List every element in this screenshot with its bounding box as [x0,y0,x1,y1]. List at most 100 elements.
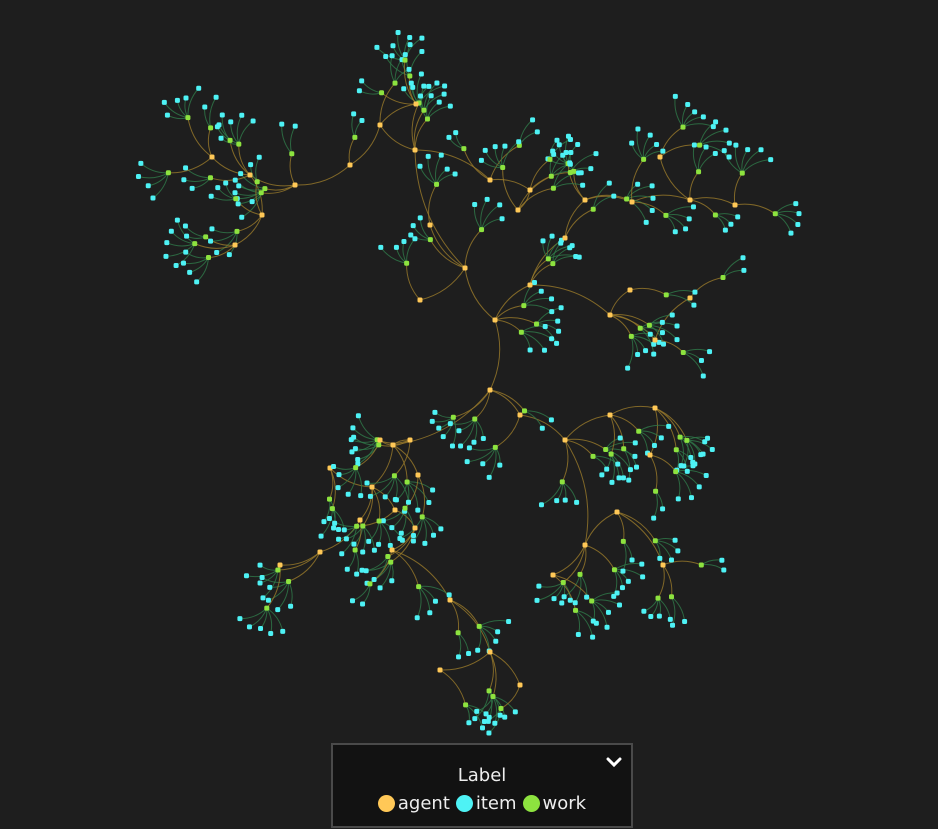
agent-node[interactable] [660,562,666,568]
agent-node[interactable] [427,222,433,228]
item-node[interactable] [344,566,350,572]
item-node[interactable] [733,142,739,148]
item-node[interactable] [223,180,229,186]
agent-node[interactable] [652,337,658,343]
work-node[interactable] [427,237,433,243]
item-node[interactable] [728,221,734,227]
item-node[interactable] [447,103,453,109]
work-node[interactable] [353,465,359,471]
work-node[interactable] [492,444,498,450]
item-node[interactable] [588,166,594,172]
item-node[interactable] [257,580,263,586]
item-node[interactable] [348,437,354,443]
item-node[interactable] [492,720,498,726]
item-node[interactable] [164,112,170,118]
agent-node[interactable] [392,507,398,513]
work-node[interactable] [652,538,658,544]
work-node[interactable] [192,241,198,247]
item-node[interactable] [209,226,215,232]
item-node[interactable] [478,157,484,163]
item-node[interactable] [258,626,264,632]
agent-node[interactable] [517,412,523,418]
agent-node[interactable] [687,295,693,301]
item-node[interactable] [480,461,486,467]
work-node[interactable] [684,437,690,443]
agent-node[interactable] [317,549,323,555]
work-node[interactable] [567,169,573,175]
item-node[interactable] [145,183,151,189]
item-node[interactable] [249,199,255,205]
item-node[interactable] [709,447,715,453]
item-node[interactable] [180,260,186,266]
item-node[interactable] [332,520,338,526]
item-node[interactable] [164,240,170,246]
agent-node[interactable] [527,187,533,193]
item-node[interactable] [542,323,548,329]
item-node[interactable] [549,309,555,315]
item-node[interactable] [239,214,245,220]
item-node[interactable] [700,114,706,120]
item-node[interactable] [174,97,180,103]
work-node[interactable] [352,134,358,140]
item-node[interactable] [374,44,380,50]
item-node[interactable] [548,417,554,423]
item-node[interactable] [493,638,499,644]
work-node[interactable] [641,156,647,162]
item-node[interactable] [647,132,653,138]
work-node[interactable] [275,567,281,573]
item-node[interactable] [349,598,355,604]
item-node[interactable] [183,165,189,171]
work-node[interactable] [577,571,583,577]
item-node[interactable] [629,140,635,146]
item-node[interactable] [430,532,436,538]
item-node[interactable] [168,228,174,234]
work-node[interactable] [185,115,191,121]
item-node[interactable] [578,170,584,176]
work-node[interactable] [663,212,669,218]
item-node[interactable] [449,443,455,449]
item-node[interactable] [674,323,680,329]
item-node[interactable] [351,111,357,117]
item-node[interactable] [380,518,386,524]
agent-node[interactable] [259,212,265,218]
item-node[interactable] [563,150,569,156]
item-node[interactable] [793,201,799,207]
item-node[interactable] [707,349,713,355]
item-node[interactable] [339,551,345,557]
item-node[interactable] [556,142,562,148]
item-node[interactable] [726,140,732,146]
item-node[interactable] [575,631,581,637]
item-node[interactable] [556,328,562,334]
item-node[interactable] [426,500,432,506]
work-node[interactable] [419,514,425,520]
item-node[interactable] [660,341,666,347]
item-node[interactable] [495,629,501,635]
item-node[interactable] [516,139,522,145]
item-node[interactable] [419,35,425,41]
work-node[interactable] [550,261,556,267]
item-node[interactable] [486,730,492,736]
item-node[interactable] [619,585,625,591]
item-node[interactable] [422,540,428,546]
agent-node[interactable] [515,207,521,213]
item-node[interactable] [541,347,547,353]
item-node[interactable] [425,153,431,159]
work-node[interactable] [379,90,385,96]
work-node[interactable] [518,329,524,335]
item-node[interactable] [572,600,578,606]
work-node[interactable] [696,169,702,175]
item-node[interactable] [482,147,488,153]
item-node[interactable] [690,204,696,210]
item-node[interactable] [672,229,678,235]
item-node[interactable] [412,236,418,242]
work-node[interactable] [424,116,430,122]
item-node[interactable] [417,163,423,169]
item-node[interactable] [497,712,503,718]
item-node[interactable] [405,499,411,505]
item-node[interactable] [401,86,407,92]
item-node[interactable] [580,182,586,188]
item-node[interactable] [215,185,221,191]
item-node[interactable] [331,463,337,469]
work-node[interactable] [673,447,679,453]
work-node[interactable] [352,547,358,553]
